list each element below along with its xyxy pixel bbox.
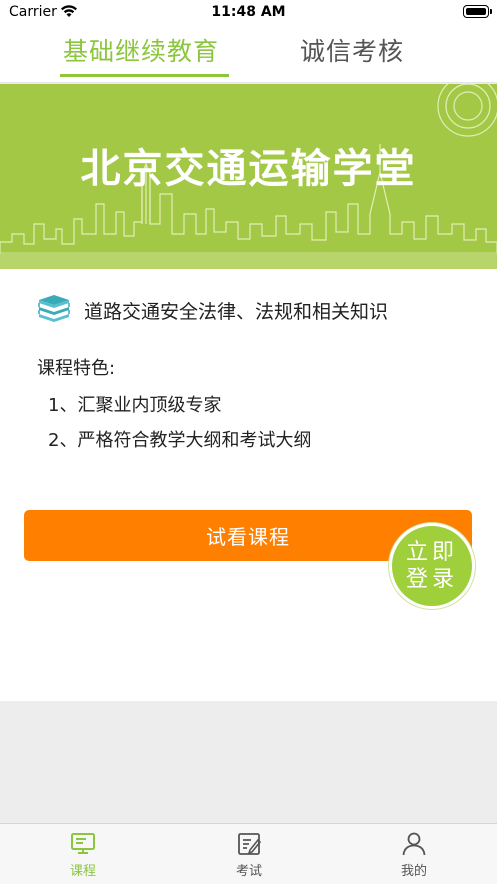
course-title-row: 道路交通安全法律、法规和相关知识 [36, 292, 388, 328]
course-icon [71, 833, 95, 854]
tab-course[interactable]: 课程 [33, 830, 133, 879]
course-content: 道路交通安全法律、法规和相关知识 课程特色: 1、汇聚业内顶级专家 2、严格符合… [0, 269, 497, 701]
exam-icon [238, 833, 262, 855]
tab-basic-continuing-education[interactable]: 基础继续教育 [63, 32, 219, 68]
banner-title: 北京交通运输学堂 [80, 146, 417, 192]
tab-exam[interactable]: 考试 [199, 830, 299, 879]
banner: 北京交通运输学堂 [0, 84, 497, 269]
tab-course-label: 课程 [69, 864, 96, 879]
top-tabs: 基础继续教育 诚信考核 [0, 26, 497, 83]
login-button[interactable]: 立即 登录 [389, 523, 475, 609]
tab-profile-label: 我的 [400, 864, 427, 879]
status-bar: Carrier 11:48 AM [0, 0, 497, 26]
books-icon [38, 295, 70, 322]
course-title: 道路交通安全法律、法规和相关知识 [84, 300, 389, 323]
tab-exam-label: 考试 [235, 864, 262, 879]
bottom-tab-bar: 课程 考试 我的 [0, 823, 497, 884]
features-label: 课程特色: [37, 358, 116, 379]
battery-icon [463, 5, 492, 18]
clock: 11:48 AM [211, 4, 286, 20]
tab-integrity-assessment[interactable]: 诚信考核 [300, 32, 404, 68]
tab-profile[interactable]: 我的 [364, 830, 464, 879]
feature-item: 2、严格符合教学大纲和考试大纲 [48, 430, 312, 451]
profile-icon [402, 832, 426, 856]
login-line-1: 立即 [405, 540, 458, 565]
login-line-2: 登录 [405, 567, 458, 592]
feature-item: 1、汇聚业内顶级专家 [48, 395, 222, 416]
active-tab-indicator [60, 74, 229, 77]
